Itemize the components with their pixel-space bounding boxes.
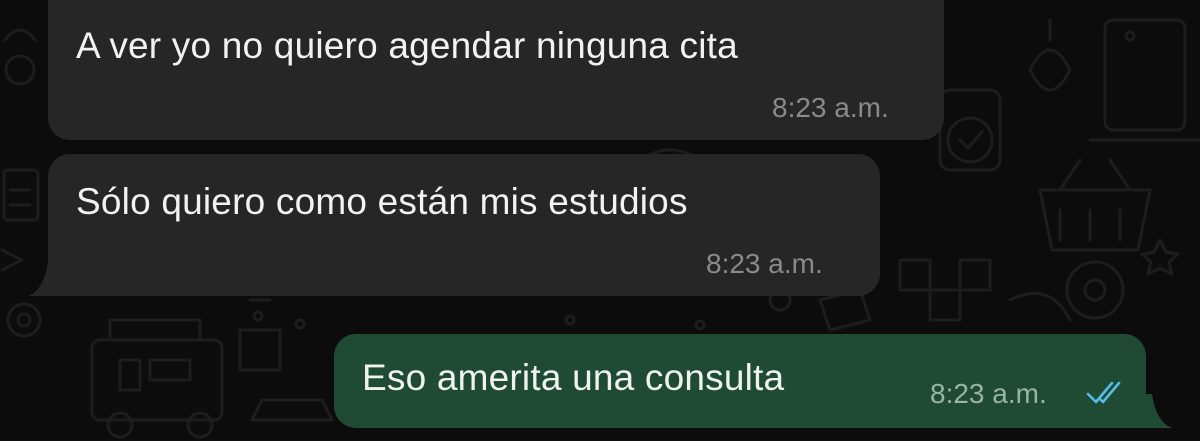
message-text: Eso amerita una consulta xyxy=(362,357,785,398)
message-timestamp: 8:23 a.m. xyxy=(772,92,889,123)
message-bubble-incoming[interactable]: Sólo quiero como están mis estudios 8:23… xyxy=(48,154,880,296)
message-bubble-incoming[interactable]: A ver yo no quiero agendar ninguna cita … xyxy=(48,0,944,140)
message-timestamp: 8:23 a.m. xyxy=(930,378,1047,409)
message-text: A ver yo no quiero agendar ninguna cita xyxy=(76,25,738,66)
message-bubble-outgoing[interactable]: Eso amerita una consulta 8:23 a.m. xyxy=(334,334,1146,428)
message-timestamp: 8:23 a.m. xyxy=(706,248,823,279)
double-check-icon xyxy=(1086,381,1121,404)
message-text: Sólo quiero como están mis estudios xyxy=(76,181,688,222)
